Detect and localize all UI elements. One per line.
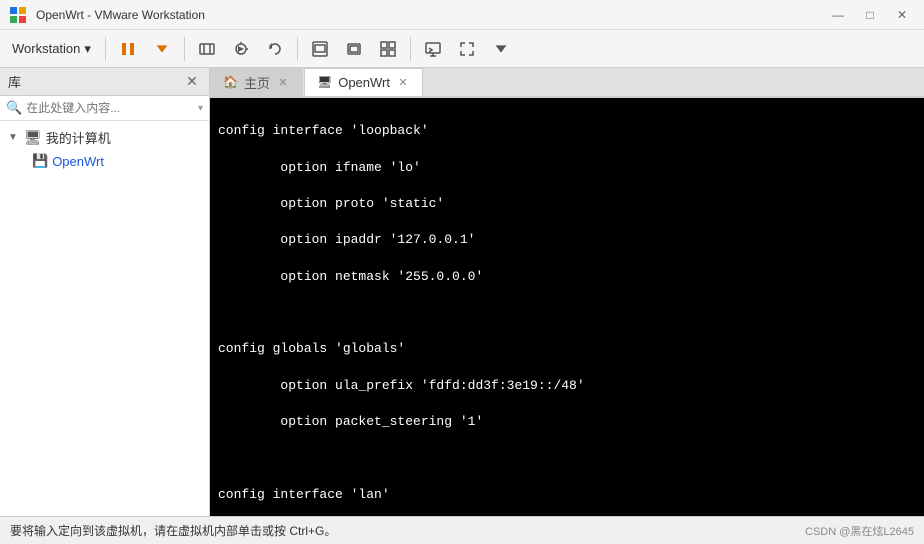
toolbar-divider-3 [297, 37, 298, 61]
terminal-area[interactable]: config interface 'loopback' option ifnam… [210, 98, 924, 516]
workstation-label: Workstation [12, 41, 80, 56]
tab-home[interactable]: 🏠 主页 ✕ [210, 68, 303, 96]
pause-dropdown-button[interactable] [146, 34, 178, 64]
vm-tab-icon: 🖥 [317, 75, 332, 89]
terminal-line-6 [218, 304, 916, 322]
tab-openwrt-close-button[interactable]: ✕ [396, 75, 410, 89]
close-button[interactable]: ✕ [888, 5, 916, 25]
home-icon: 🏠 [223, 75, 238, 89]
terminal-line-9: option packet_steering '1' [218, 413, 916, 431]
maximize-button[interactable]: □ [856, 5, 884, 25]
sidebar-tree: ▼ 🖥 我的计算机 💾 OpenWrt [0, 121, 209, 176]
toolbar-divider-4 [410, 37, 411, 61]
snapshot-button[interactable] [225, 34, 257, 64]
search-dropdown-icon[interactable]: ▾ [198, 103, 203, 114]
window-title: OpenWrt - VMware Workstation [36, 8, 824, 22]
titlebar: OpenWrt - VMware Workstation — □ ✕ [0, 0, 924, 30]
terminal-line-5: option netmask '255.0.0.0' [218, 268, 916, 286]
statusbar-watermark: CSDN @黑在炫L2645 [805, 523, 914, 539]
minimize-button[interactable]: — [824, 5, 852, 25]
unity-view-button[interactable] [372, 34, 404, 64]
terminal-line-8: option ula_prefix 'fdfd:dd3f:3e19::/48' [218, 377, 916, 395]
terminal-line-4: option ipaddr '127.0.0.1' [218, 231, 916, 249]
search-input[interactable] [26, 101, 194, 115]
terminal-line-11: config interface 'lan' [218, 486, 916, 504]
tree-expander-icon: ▼ [8, 132, 20, 143]
vm-icon: 💾 [32, 153, 48, 169]
my-computer-label: 我的计算机 [46, 128, 111, 147]
sidebar: 库 ✕ 🔍 ▾ ▼ 🖥 我的计算机 💾 OpenWrt [0, 68, 210, 516]
revert-snapshot-button[interactable] [259, 34, 291, 64]
vm-name-label: OpenWrt [52, 154, 104, 169]
sidebar-title: 库 [8, 72, 21, 91]
terminal-line-1: config interface 'loopback' [218, 122, 916, 140]
workstation-menu-button[interactable]: Workstation ▾ [4, 37, 99, 61]
terminal-line-3: option proto 'static' [218, 195, 916, 213]
statusbar: 要将输入定向到该虚拟机，请在虚拟机内部单击或按 Ctrl+G。 CSDN @黑在… [0, 516, 924, 544]
toolbar-divider-1 [105, 37, 106, 61]
statusbar-message: 要将输入定向到该虚拟机，请在虚拟机内部单击或按 Ctrl+G。 [10, 522, 336, 539]
tab-home-label: 主页 [244, 73, 270, 92]
terminal-line-7: config globals 'globals' [218, 340, 916, 358]
send-ctrlaltdel-button[interactable] [191, 34, 223, 64]
app-logo [8, 5, 28, 25]
toolbar-divider-2 [184, 37, 185, 61]
sidebar-my-computer[interactable]: ▼ 🖥 我的计算机 [0, 125, 209, 150]
sidebar-header: 库 ✕ [0, 68, 209, 96]
full-screen-button[interactable] [338, 34, 370, 64]
sidebar-item-openwrt[interactable]: 💾 OpenWrt [0, 150, 209, 172]
console-view-button[interactable] [417, 34, 449, 64]
enter-fullscreen-button[interactable] [451, 34, 483, 64]
fullscreen-dropdown-button[interactable] [485, 34, 517, 64]
content-area: 🏠 主页 ✕ 🖥 OpenWrt ✕ config interface 'loo… [210, 68, 924, 516]
sidebar-close-button[interactable]: ✕ [183, 73, 201, 91]
normal-view-button[interactable] [304, 34, 336, 64]
computer-icon: 🖥 [24, 129, 42, 146]
pause-button[interactable] [112, 34, 144, 64]
tab-home-close-button[interactable]: ✕ [276, 75, 290, 89]
sidebar-search-area[interactable]: 🔍 ▾ [0, 96, 209, 121]
dropdown-arrow-icon: ▾ [84, 41, 91, 57]
tab-bar: 🏠 主页 ✕ 🖥 OpenWrt ✕ [210, 68, 924, 98]
tab-openwrt[interactable]: 🖥 OpenWrt ✕ [304, 68, 423, 96]
search-icon: 🔍 [6, 100, 22, 116]
terminal-line-10 [218, 450, 916, 468]
window-controls: — □ ✕ [824, 5, 916, 25]
terminal-line-2: option ifname 'lo' [218, 159, 916, 177]
main-area: 库 ✕ 🔍 ▾ ▼ 🖥 我的计算机 💾 OpenWrt 🏠 主页 [0, 68, 924, 516]
tab-openwrt-label: OpenWrt [338, 75, 390, 90]
toolbar: Workstation ▾ [0, 30, 924, 68]
